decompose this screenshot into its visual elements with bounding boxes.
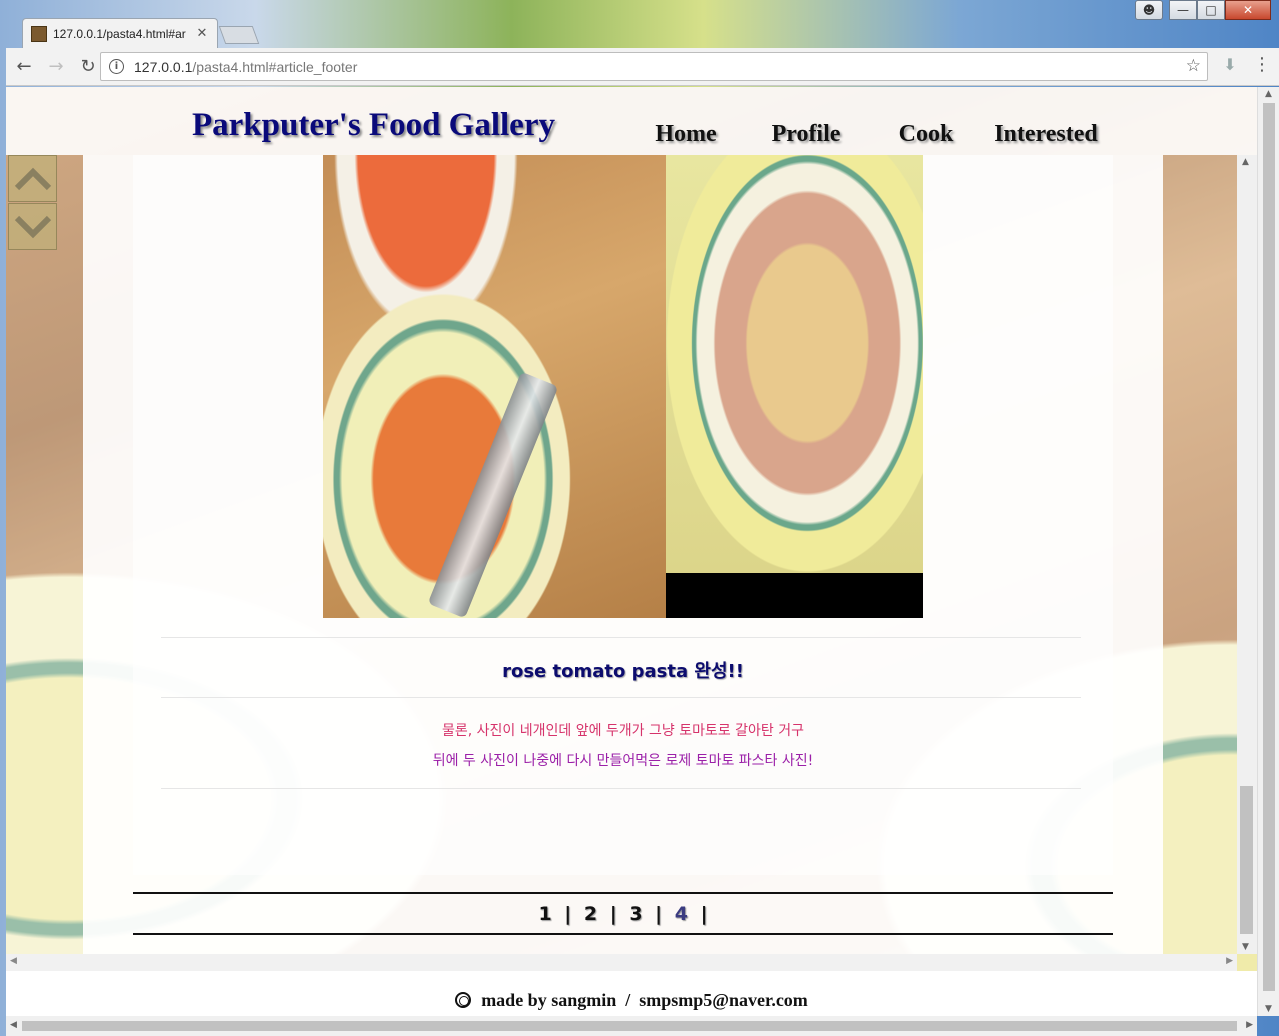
nav-interested[interactable]: Interested bbox=[986, 121, 1106, 148]
scroll-right-arrow-icon[interactable]: ▶ bbox=[1226, 956, 1233, 966]
divider bbox=[161, 697, 1081, 698]
divider bbox=[161, 637, 1081, 638]
favicon-icon bbox=[31, 25, 47, 42]
minimize-button[interactable]: — bbox=[1169, 0, 1197, 20]
inner-vertical-scrollbar[interactable]: ▲ ▼ bbox=[1237, 155, 1257, 954]
close-window-button[interactable]: ✕ bbox=[1225, 0, 1271, 20]
page-scroll-right-icon[interactable]: ▶ bbox=[1246, 1020, 1253, 1030]
pasta-photo-left bbox=[323, 155, 666, 618]
site-footer: made by sangmin / smpsmp5@naver.com bbox=[6, 971, 1257, 1016]
fork-image bbox=[427, 371, 559, 618]
url-host: 127.0.0.1 bbox=[134, 58, 193, 75]
url-path: /pasta4.html#article_footer bbox=[192, 58, 358, 75]
back-button[interactable]: ← bbox=[10, 53, 38, 81]
nav-cook[interactable]: Cook bbox=[866, 121, 986, 148]
page-scroll-down-icon[interactable]: ▼ bbox=[1265, 1004, 1272, 1014]
download-extension-icon[interactable]: ⬇ bbox=[1221, 56, 1239, 74]
page-scroll-up-icon[interactable]: ▲ bbox=[1265, 89, 1272, 99]
kebab-menu-icon[interactable]: ⋮ bbox=[1253, 56, 1271, 74]
page-separator: | bbox=[609, 903, 617, 925]
page-separator: | bbox=[655, 903, 663, 925]
pager-bottom-line bbox=[133, 933, 1113, 935]
profile-icon[interactable]: ☻ bbox=[1135, 0, 1163, 20]
forward-button[interactable]: → bbox=[42, 53, 70, 81]
article-caption: rose tomato pasta 완성!! bbox=[502, 661, 744, 682]
address-bar[interactable]: i 127.0.0.1/pasta4.html#article_footer ☆ bbox=[100, 52, 1208, 81]
scroll-up-button[interactable] bbox=[8, 155, 57, 202]
page-scroll-left-icon[interactable]: ◀ bbox=[10, 1020, 17, 1030]
page-link-1[interactable]: 1 bbox=[538, 903, 551, 925]
browser-toolbar: ← → ↻ i 127.0.0.1/pasta4.html#article_fo… bbox=[6, 48, 1279, 86]
scroll-up-arrow-icon[interactable]: ▲ bbox=[1242, 157, 1249, 167]
page-link-4[interactable]: 4 bbox=[675, 903, 688, 925]
tab-active[interactable]: 127.0.0.1/pasta4.html#ar ✕ bbox=[22, 18, 218, 48]
footer-credit: made by sangmin / smpsmp5@naver.com bbox=[481, 990, 808, 1010]
info-icon[interactable]: i bbox=[109, 59, 124, 74]
description-line-1: 물론, 사진이 네개인데 앞에 두개가 그냥 토마토로 갈아탄 거구 bbox=[441, 723, 805, 739]
page-link-3[interactable]: 3 bbox=[629, 903, 642, 925]
inner-horizontal-scrollbar[interactable]: ◀ ▶ bbox=[6, 954, 1237, 971]
page-viewport: Parkputer's Food Gallery Home Profile Co… bbox=[6, 87, 1257, 1036]
divider bbox=[161, 788, 1081, 789]
browser-window: ☻ — □ ✕ 127.0.0.1/pasta4.html#ar ✕ ← → ↻… bbox=[6, 0, 1279, 1036]
page-link-2[interactable]: 2 bbox=[584, 903, 597, 925]
article-frame[interactable]: rose tomato pasta 완성!! 물론, 사진이 네개인데 앞에 두… bbox=[6, 155, 1257, 954]
inner-scroll-thumb[interactable] bbox=[1240, 786, 1253, 934]
url-text[interactable]: 127.0.0.1/pasta4.html#article_footer bbox=[134, 59, 357, 75]
page-hscroll-thumb[interactable] bbox=[22, 1021, 1237, 1031]
nav-home[interactable]: Home bbox=[626, 121, 746, 148]
pagination: 1 | 2 | 3 | 4 | bbox=[133, 903, 1113, 925]
page-separator: | bbox=[700, 903, 708, 925]
pasta-photo-right bbox=[666, 155, 923, 618]
reload-button[interactable]: ↻ bbox=[74, 53, 102, 81]
description-line-2: 뒤에 두 사진이 나중에 다시 만들어먹은 로제 토마토 파스타 사진! bbox=[432, 753, 814, 769]
new-tab-button[interactable] bbox=[218, 26, 260, 44]
scroll-down-button[interactable] bbox=[8, 203, 57, 250]
scroll-down-arrow-icon[interactable]: ▼ bbox=[1242, 942, 1249, 952]
toolbar-right: ⬇ ⋮ bbox=[1221, 56, 1271, 74]
chevron-down-icon bbox=[14, 215, 51, 238]
window-controls: ☻ — □ ✕ bbox=[1135, 0, 1271, 20]
nav-profile[interactable]: Profile bbox=[746, 121, 866, 148]
maximize-button[interactable]: □ bbox=[1197, 0, 1225, 20]
tab-close-icon[interactable]: ✕ bbox=[195, 26, 209, 41]
copyright-ring-icon bbox=[455, 992, 472, 1008]
page-horizontal-scrollbar[interactable]: ◀ ▶ bbox=[6, 1016, 1257, 1036]
pager-top-line bbox=[133, 892, 1113, 894]
page-vertical-scrollbar[interactable]: ▲ ▼ bbox=[1257, 87, 1279, 1016]
title-bar: ☻ — □ ✕ 127.0.0.1/pasta4.html#ar ✕ bbox=[6, 0, 1279, 48]
page-separator: | bbox=[564, 903, 572, 925]
star-icon[interactable]: ☆ bbox=[1186, 56, 1201, 76]
scroll-left-arrow-icon[interactable]: ◀ bbox=[10, 956, 17, 966]
site-title: Parkputer's Food Gallery bbox=[192, 107, 555, 143]
page-scroll-thumb[interactable] bbox=[1263, 103, 1275, 991]
chevron-up-icon bbox=[14, 167, 51, 190]
plate-image bbox=[666, 155, 923, 573]
site-header: Parkputer's Food Gallery Home Profile Co… bbox=[6, 87, 1257, 155]
footer-text: made by sangmin / smpsmp5@naver.com bbox=[6, 990, 1257, 1011]
left-strip bbox=[6, 155, 84, 954]
site-nav: Home Profile Cook Interested bbox=[626, 121, 1106, 148]
tab-title: 127.0.0.1/pasta4.html#ar bbox=[53, 26, 186, 41]
right-strip bbox=[1163, 155, 1237, 954]
